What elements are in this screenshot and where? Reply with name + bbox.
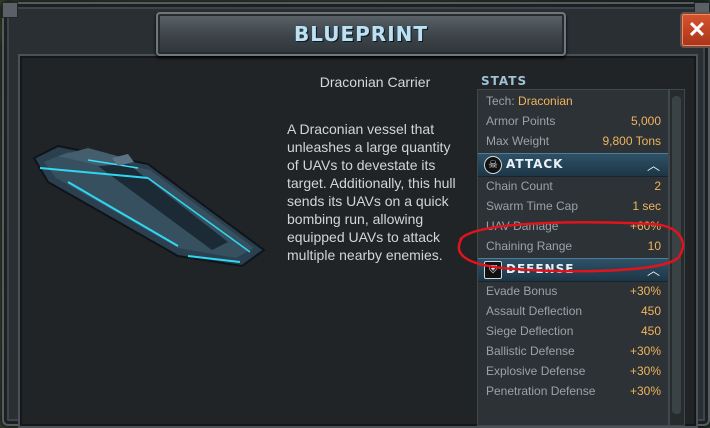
stat-label: Explosive Defense [486,364,586,378]
stat-value: +30% [629,384,661,398]
stat-row: Penetration Defense +30% [478,381,668,401]
section-title: ATTACK [506,157,564,171]
stat-value: 450 [640,324,661,338]
stat-row: Chain Count 2 [478,176,668,196]
stat-row: Chaining Range 10 [478,236,668,256]
stats-panel: Tech: Draconian Armor Points 5,000 Max We… [477,89,669,426]
scrollbar-thumb[interactable] [672,96,681,414]
stat-row: Siege Deflection 450 [478,321,668,341]
stat-row: Explosive Defense +30% [478,361,668,381]
stat-label: Tech: Draconian [486,94,573,108]
ship-name: Draconian Carrier [319,74,431,90]
stat-value: +60% [629,219,661,233]
stat-row: Ballistic Defense +30% [478,341,668,361]
shield-icon: ⛨ [484,261,502,279]
ship-description: A Draconian vessel that unleashes a larg… [287,121,456,263]
stat-label: Siege Deflection [486,324,574,338]
stat-label: Swarm Time Cap [486,199,579,213]
stat-label: Evade Bonus [486,284,558,298]
dialog-title: BLUEPRINT [293,22,429,46]
close-button[interactable]: ✕ [680,12,710,48]
stat-value: 5,000 [630,114,661,128]
chevron-up-icon[interactable]: ︿ [647,155,660,174]
stat-label: Armor Points [486,114,556,128]
chevron-up-icon[interactable]: ︿ [647,260,660,279]
stats-scrollbar[interactable] [669,89,685,426]
stat-label: Max Weight [486,134,550,148]
stat-row: Max Weight 9,800 Tons [478,131,668,151]
stat-label: Assault Deflection [486,304,583,318]
stat-value: +30% [629,344,661,358]
stat-row-tech: Tech: Draconian [478,91,668,111]
stat-row: Swarm Time Cap 1 sec [478,196,668,216]
section-title: DEFENSE [506,262,575,276]
stat-label: Ballistic Defense [486,344,575,358]
stat-value: +30% [629,364,661,378]
stat-value: 2 [654,179,661,193]
stats-header: STATS [481,74,528,88]
stat-value: 450 [640,304,661,318]
stat-label: Penetration Defense [486,384,596,398]
stat-value: 1 sec [632,199,661,213]
stat-row: UAV Damage +60% [478,216,668,236]
stat-value: +30% [629,284,661,298]
stat-value: 9,800 Tons [602,134,662,148]
stat-row: Evade Bonus +30% [478,281,668,301]
stat-label: Chaining Range [486,239,573,253]
stat-value: 10 [647,239,661,253]
skull-icon: ☠ [484,156,502,174]
tech-value: Draconian [518,94,573,108]
defense-section-header[interactable]: ⛨ DEFENSE ︿ [478,258,668,282]
title-plate: BLUEPRINT [156,12,566,56]
stat-row: Armor Points 5,000 [478,111,668,131]
attack-section-header[interactable]: ☠ ATTACK ︿ [478,153,668,177]
stat-label: Chain Count [486,179,553,193]
stat-row: Assault Deflection 450 [478,301,668,321]
stat-label: UAV Damage [486,219,559,233]
ship-image [32,144,266,268]
